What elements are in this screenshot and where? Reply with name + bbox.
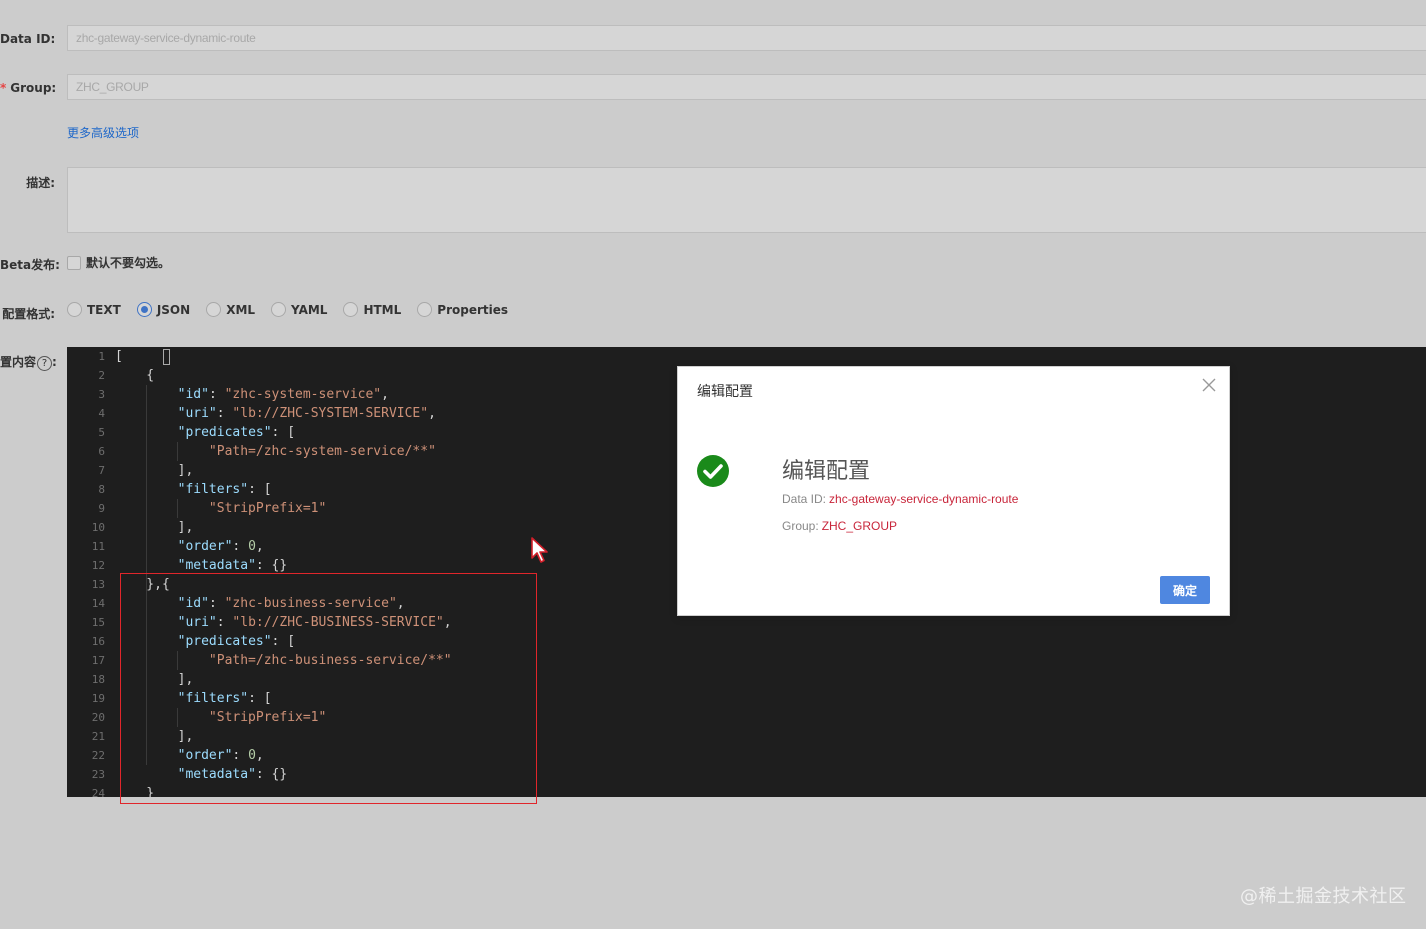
content-label: 置内容?: (0, 353, 57, 371)
radio-icon[interactable] (343, 302, 359, 317)
message-title: 编辑配置 (782, 459, 871, 484)
mouse-pointer-icon (531, 537, 548, 563)
line-number: 15 (91, 616, 105, 629)
format-radio-group: TEXT JSON XML YAML HTML Properties (67, 302, 524, 317)
format-option-xml[interactable]: XML (206, 302, 255, 317)
format-option-label: TEXT (87, 302, 121, 317)
beta-checkbox-text: 默认不要勾选。 (86, 256, 171, 270)
format-option-json[interactable]: JSON (136, 302, 191, 317)
radio-icon[interactable] (271, 302, 287, 317)
line-number: 16 (91, 635, 105, 648)
data-id-input[interactable]: zhc-gateway-service-dynamic-route (67, 25, 1426, 51)
code-line: "StripPrefix=1" (208, 501, 327, 516)
line-number: 3 (98, 388, 105, 401)
line-number: 8 (98, 483, 105, 496)
group-input[interactable]: ZHC_GROUP (67, 74, 1426, 100)
required-mark: * (0, 81, 7, 95)
line-number: 11 (91, 540, 105, 553)
line-number: 21 (91, 730, 105, 743)
format-option-properties[interactable]: Properties (417, 302, 508, 317)
line-number: 24 (91, 787, 105, 797)
line-number: 23 (91, 768, 105, 781)
edit-config-dialog: 编辑配置 编辑配置 Data ID: zhc-gateway-service-dy… (677, 366, 1230, 616)
description-label: 描述: (26, 176, 55, 190)
line-number: 20 (91, 711, 105, 724)
beta-label: Beta发布: (0, 258, 60, 272)
radio-icon[interactable] (417, 302, 433, 317)
text-cursor (163, 349, 170, 365)
code-line: "filters": [ (177, 482, 272, 497)
beta-checkbox-row[interactable]: 默认不要勾选。 (67, 254, 170, 271)
dialog-title: 编辑配置 (697, 384, 753, 400)
line-number: 19 (91, 692, 105, 705)
code-line: "order": 0, (177, 539, 264, 554)
message-data-id: Data ID: zhc-gateway-service-dynamic-rout… (782, 492, 1018, 506)
group-label-text: Group: (10, 81, 57, 95)
format-option-label: Properties (437, 302, 509, 317)
line-number-gutter: 1 2 3 4 5 6 7 8 9 10 11 12 13 14 15 16 1… (67, 347, 115, 797)
data-id-label: Data ID: (0, 32, 56, 46)
line-number: 13 (91, 578, 105, 591)
code-line: { (115, 368, 155, 383)
format-option-text[interactable]: TEXT (67, 302, 121, 317)
description-textarea[interactable] (67, 167, 1426, 233)
format-option-label: XML (226, 302, 256, 317)
line-number: 10 (91, 521, 105, 534)
close-icon[interactable] (1201, 377, 1217, 393)
radio-checked-icon[interactable] (136, 302, 152, 317)
line-number: 12 (91, 559, 105, 572)
code-line: "predicates": [ (177, 425, 296, 440)
content-label-colon: : (52, 355, 57, 369)
line-number: 9 (98, 502, 105, 515)
format-option-yaml[interactable]: YAML (271, 302, 327, 317)
line-number: 14 (91, 597, 105, 610)
line-number: 2 (98, 369, 105, 382)
code-line: ], (115, 463, 194, 478)
content-label-text: 置内容 (0, 355, 37, 369)
code-line: [ (115, 349, 123, 364)
line-number: 17 (91, 654, 105, 667)
line-number: 22 (91, 749, 105, 762)
format-option-label: HTML (363, 302, 402, 317)
format-option-html[interactable]: HTML (343, 302, 401, 317)
beta-checkbox[interactable] (67, 255, 81, 270)
code-line: "uri": "lb://ZHC-SYSTEM-SERVICE", (177, 406, 436, 421)
watermark: @稀土掘金技术社区 (1240, 886, 1407, 907)
format-option-label: JSON (156, 302, 191, 317)
help-icon[interactable]: ? (37, 356, 53, 371)
radio-icon[interactable] (67, 302, 82, 317)
group-label: * Group: (0, 81, 57, 95)
code-line: "id": "zhc-system-service", (177, 387, 389, 402)
line-number: 6 (98, 445, 105, 458)
success-check-icon (697, 455, 729, 487)
message-group-label: Group: (782, 519, 819, 533)
advanced-options-link[interactable]: 更多高级选项 (67, 124, 139, 141)
line-number: 18 (91, 673, 105, 686)
confirm-button[interactable]: 确定 (1160, 576, 1210, 604)
annotation-highlight-box (120, 573, 537, 804)
line-number: 4 (98, 407, 105, 420)
message-group-value: ZHC_GROUP (821, 519, 898, 533)
code-line: "Path=/zhc-system-service/**" (208, 444, 436, 459)
line-number: 7 (98, 464, 105, 477)
format-option-label: YAML (291, 302, 328, 317)
code-line: ], (115, 520, 194, 535)
message-group: Group: ZHC_GROUP (782, 519, 897, 533)
message-data-id-value: zhc-gateway-service-dynamic-route (829, 492, 1019, 506)
line-number: 5 (98, 426, 105, 439)
message-data-id-label: Data ID: (782, 492, 827, 506)
radio-icon[interactable] (206, 302, 222, 317)
format-label: 配置格式: (2, 307, 55, 321)
line-number: 1 (98, 350, 105, 363)
